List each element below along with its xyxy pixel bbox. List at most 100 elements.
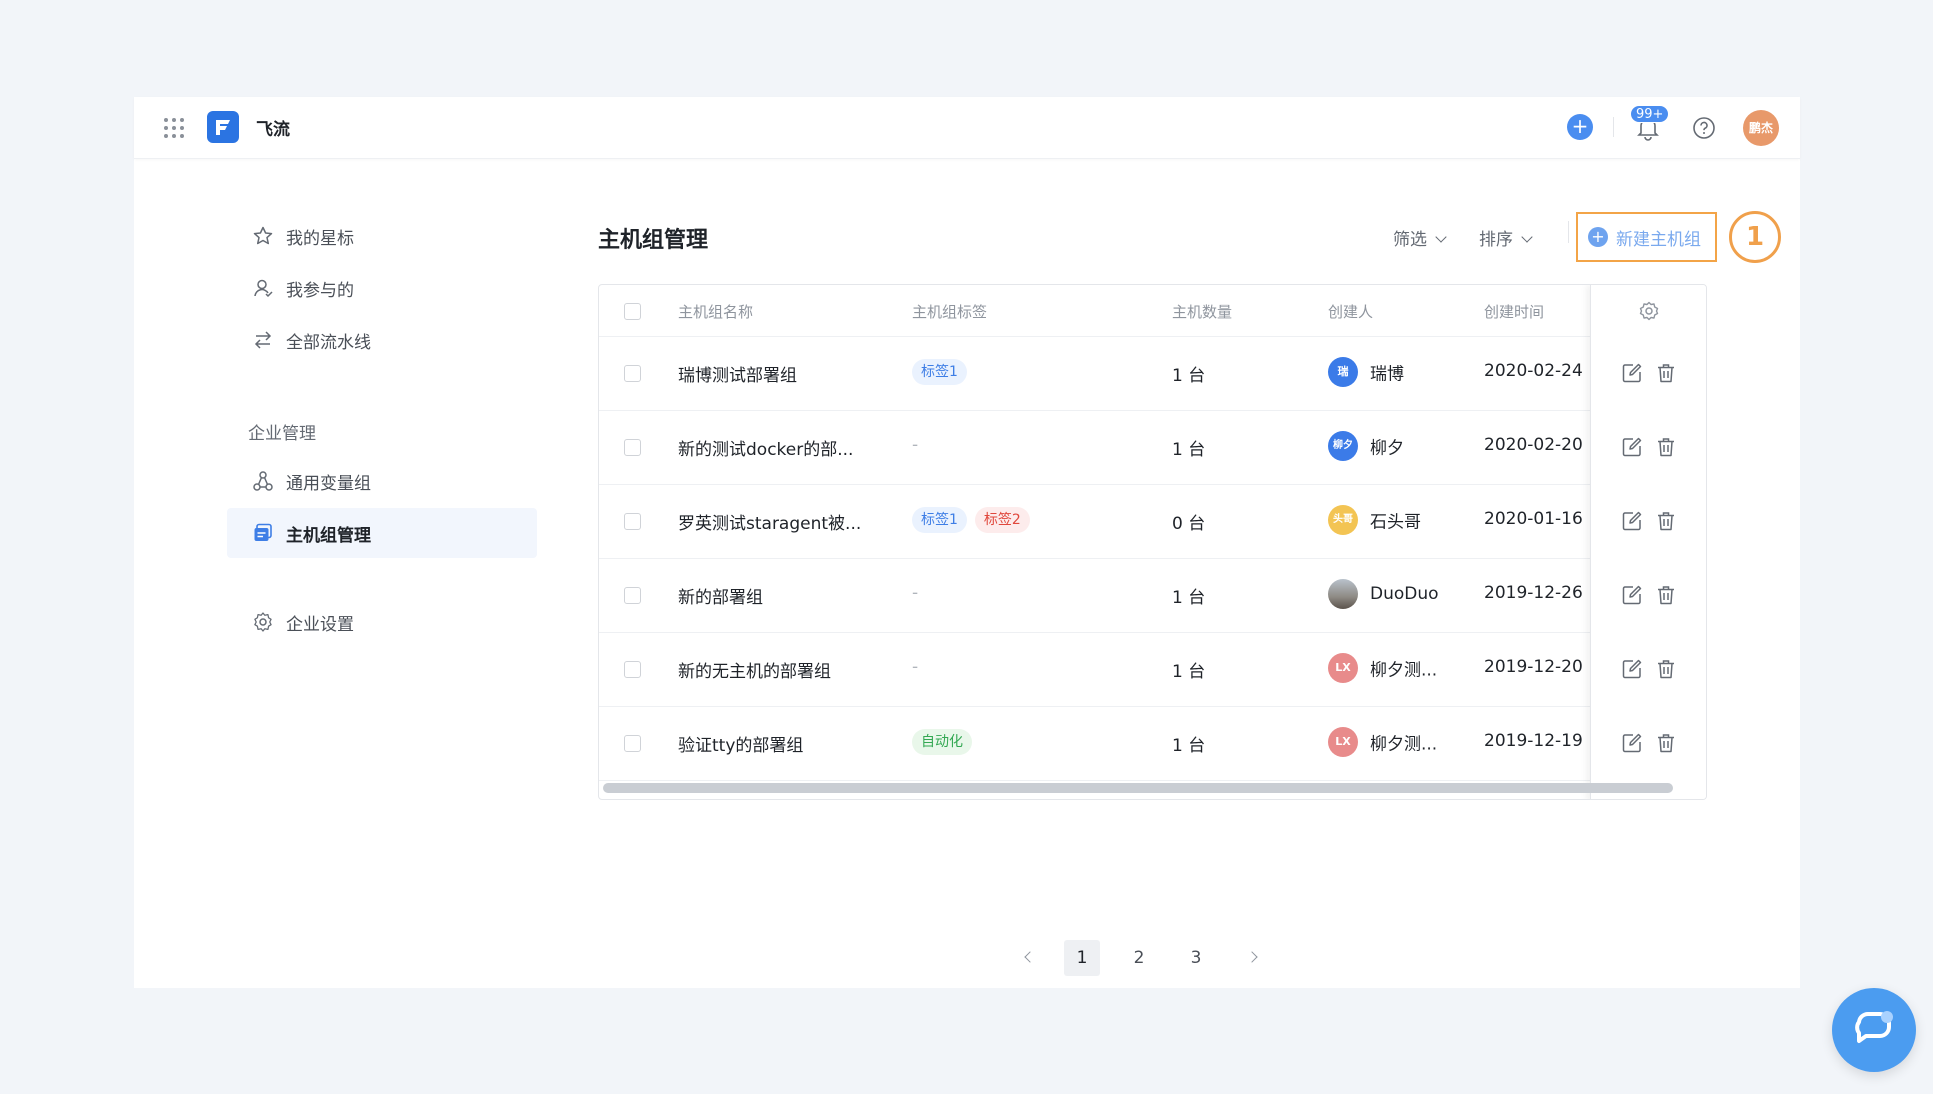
tag-badge: 自动化 [912, 729, 972, 755]
sidebar-item-label: 我参与的 [286, 280, 354, 301]
row-checkbox[interactable] [624, 661, 641, 678]
edit-icon[interactable] [1621, 658, 1643, 680]
new-host-group-label: 新建主机组 [1616, 229, 1701, 250]
notification-badge: 99+ [1630, 105, 1670, 123]
host-count: 0 台 [1172, 514, 1206, 534]
sidebar-item-host-groups[interactable]: 主机组管理 [227, 508, 537, 558]
creator-cell: 瑞瑞博 [1328, 357, 1404, 387]
toolbar-divider [1568, 221, 1569, 243]
chevron-down-icon [1521, 231, 1533, 243]
header-divider [1613, 117, 1614, 137]
variable-group-icon [253, 471, 273, 491]
row-checkbox[interactable] [624, 587, 641, 604]
creator-avatar-photo [1328, 579, 1358, 609]
sidebar-item-variable-groups[interactable]: 通用变量组 [227, 456, 537, 506]
table-row[interactable]: 新的无主机的部署组 - 1 台 LX 柳夕测... 2019-12-20 [599, 633, 1706, 707]
sort-label: 排序 [1479, 230, 1513, 250]
table-row[interactable]: 新的测试docker的部... - 1 台 柳夕 柳夕 2020-02-20 [599, 411, 1706, 485]
delete-trash-icon[interactable] [1655, 584, 1677, 606]
step-marker: 1 [1729, 211, 1781, 263]
add-icon[interactable]: + [1567, 114, 1593, 140]
edit-icon[interactable] [1621, 362, 1643, 384]
user-avatar[interactable]: 鹏杰 [1743, 110, 1779, 146]
sidebar-item-label: 企业设置 [286, 614, 354, 635]
host-group-name[interactable]: 瑞博测试部署组 [678, 361, 797, 386]
sidebar-item-label: 主机组管理 [286, 525, 371, 546]
chevron-down-icon [1435, 231, 1447, 243]
delete-trash-icon[interactable] [1655, 362, 1677, 384]
creator-avatar: 柳夕 [1328, 431, 1358, 461]
page-2-button[interactable]: 2 [1121, 940, 1157, 976]
delete-trash-icon[interactable] [1655, 510, 1677, 532]
filter-label: 筛选 [1393, 230, 1427, 250]
select-all-checkbox[interactable] [624, 303, 641, 320]
sidebar-item-label: 我的星标 [286, 228, 354, 249]
row-checkbox[interactable] [624, 735, 641, 752]
column-header-count: 主机数量 [1172, 303, 1233, 321]
host-count: 1 台 [1172, 736, 1206, 756]
empty-tag: - [912, 435, 919, 455]
row-checkbox[interactable] [624, 513, 641, 530]
prev-page-chevron-icon[interactable] [1024, 951, 1036, 963]
page-1-button[interactable]: 1 [1064, 940, 1100, 976]
edit-icon[interactable] [1621, 584, 1643, 606]
created-date: 2020-02-24 [1484, 361, 1583, 381]
tag-cell: 自动化 [912, 729, 980, 755]
creator-cell: 柳夕 柳夕 [1328, 431, 1404, 461]
chat-bubble-icon [1855, 1011, 1893, 1043]
tag-badge: 标签2 [974, 507, 1030, 533]
filter-dropdown[interactable]: 筛选 [1393, 225, 1447, 250]
sidebar-item-all-pipelines[interactable]: 全部流水线 [227, 315, 537, 365]
edit-icon[interactable] [1621, 510, 1643, 532]
creator-cell: DuoDuo [1328, 579, 1439, 609]
sidebar-item-label: 全部流水线 [286, 332, 371, 353]
next-page-chevron-icon[interactable] [1246, 951, 1258, 963]
table-row[interactable]: 罗英测试staragent被... 标签1 标签2 0 台 头哥 石头哥 2020-… [599, 485, 1706, 559]
delete-trash-icon[interactable] [1655, 658, 1677, 680]
tag-cell: 标签1 标签2 [912, 507, 1038, 533]
creator-name: DuoDuo [1370, 584, 1439, 604]
creator-avatar: 瑞 [1328, 357, 1358, 387]
column-header-name: 主机组名称 [678, 303, 754, 321]
host-group-table: 主机组名称 主机组标签 主机数量 创建人 创建时间 瑞博测试部署组 标签1 1 … [598, 284, 1707, 800]
table-row[interactable]: 验证tty的部署组 自动化 1 台 LX 柳夕测... 2019-12-19 [599, 707, 1706, 781]
column-header-tags: 主机组标签 [912, 303, 988, 321]
user-icon [254, 279, 273, 298]
sidebar-item-enterprise-settings[interactable]: 企业设置 [227, 597, 537, 647]
edit-icon[interactable] [1621, 436, 1643, 458]
column-settings-gear-icon[interactable] [1638, 300, 1660, 322]
tag-badge: 标签1 [912, 507, 967, 533]
creator-name: 柳夕 [1370, 438, 1404, 459]
page-3-button[interactable]: 3 [1178, 940, 1214, 976]
chat-support-button[interactable] [1832, 988, 1916, 1072]
horizontal-scrollbar[interactable] [603, 783, 1673, 793]
host-group-name[interactable]: 罗英测试staragent被... [678, 509, 861, 534]
new-host-group-button[interactable]: + 新建主机组 [1576, 212, 1717, 262]
sidebar-item-participated[interactable]: 我参与的 [227, 263, 537, 313]
pipeline-icon [254, 331, 272, 349]
table-header: 主机组名称 主机组标签 主机数量 创建人 创建时间 [599, 285, 1706, 337]
feiliu-logo[interactable] [207, 111, 239, 143]
row-checkbox[interactable] [624, 439, 641, 456]
creator-cell: LX 柳夕测... [1328, 653, 1437, 683]
help-icon[interactable] [1692, 116, 1716, 140]
host-group-name[interactable]: 新的无主机的部署组 [678, 657, 831, 682]
created-date: 2019-12-20 [1484, 657, 1583, 677]
table-row[interactable]: 瑞博测试部署组 标签1 1 台 瑞瑞博 2020-02-24 [599, 337, 1706, 411]
app-grid-icon[interactable] [164, 118, 184, 138]
delete-trash-icon[interactable] [1655, 436, 1677, 458]
actions-column [1590, 285, 1706, 799]
delete-trash-icon[interactable] [1655, 732, 1677, 754]
table-row[interactable]: 新的部署组 - 1 台 DuoDuo 2019-12-26 [599, 559, 1706, 633]
creator-cell: LX 柳夕测... [1328, 727, 1437, 757]
host-group-name[interactable]: 验证tty的部署组 [678, 731, 803, 756]
sidebar-item-starred[interactable]: 我的星标 [227, 211, 537, 261]
row-checkbox[interactable] [624, 365, 641, 382]
host-group-name[interactable]: 新的测试docker的部... [678, 435, 853, 460]
host-group-name[interactable]: 新的部署组 [678, 583, 763, 608]
column-header-creator: 创建人 [1328, 303, 1374, 321]
host-count: 1 台 [1172, 662, 1206, 682]
edit-icon[interactable] [1621, 732, 1643, 754]
sort-dropdown[interactable]: 排序 [1479, 225, 1533, 250]
created-date: 2020-02-20 [1484, 435, 1583, 455]
